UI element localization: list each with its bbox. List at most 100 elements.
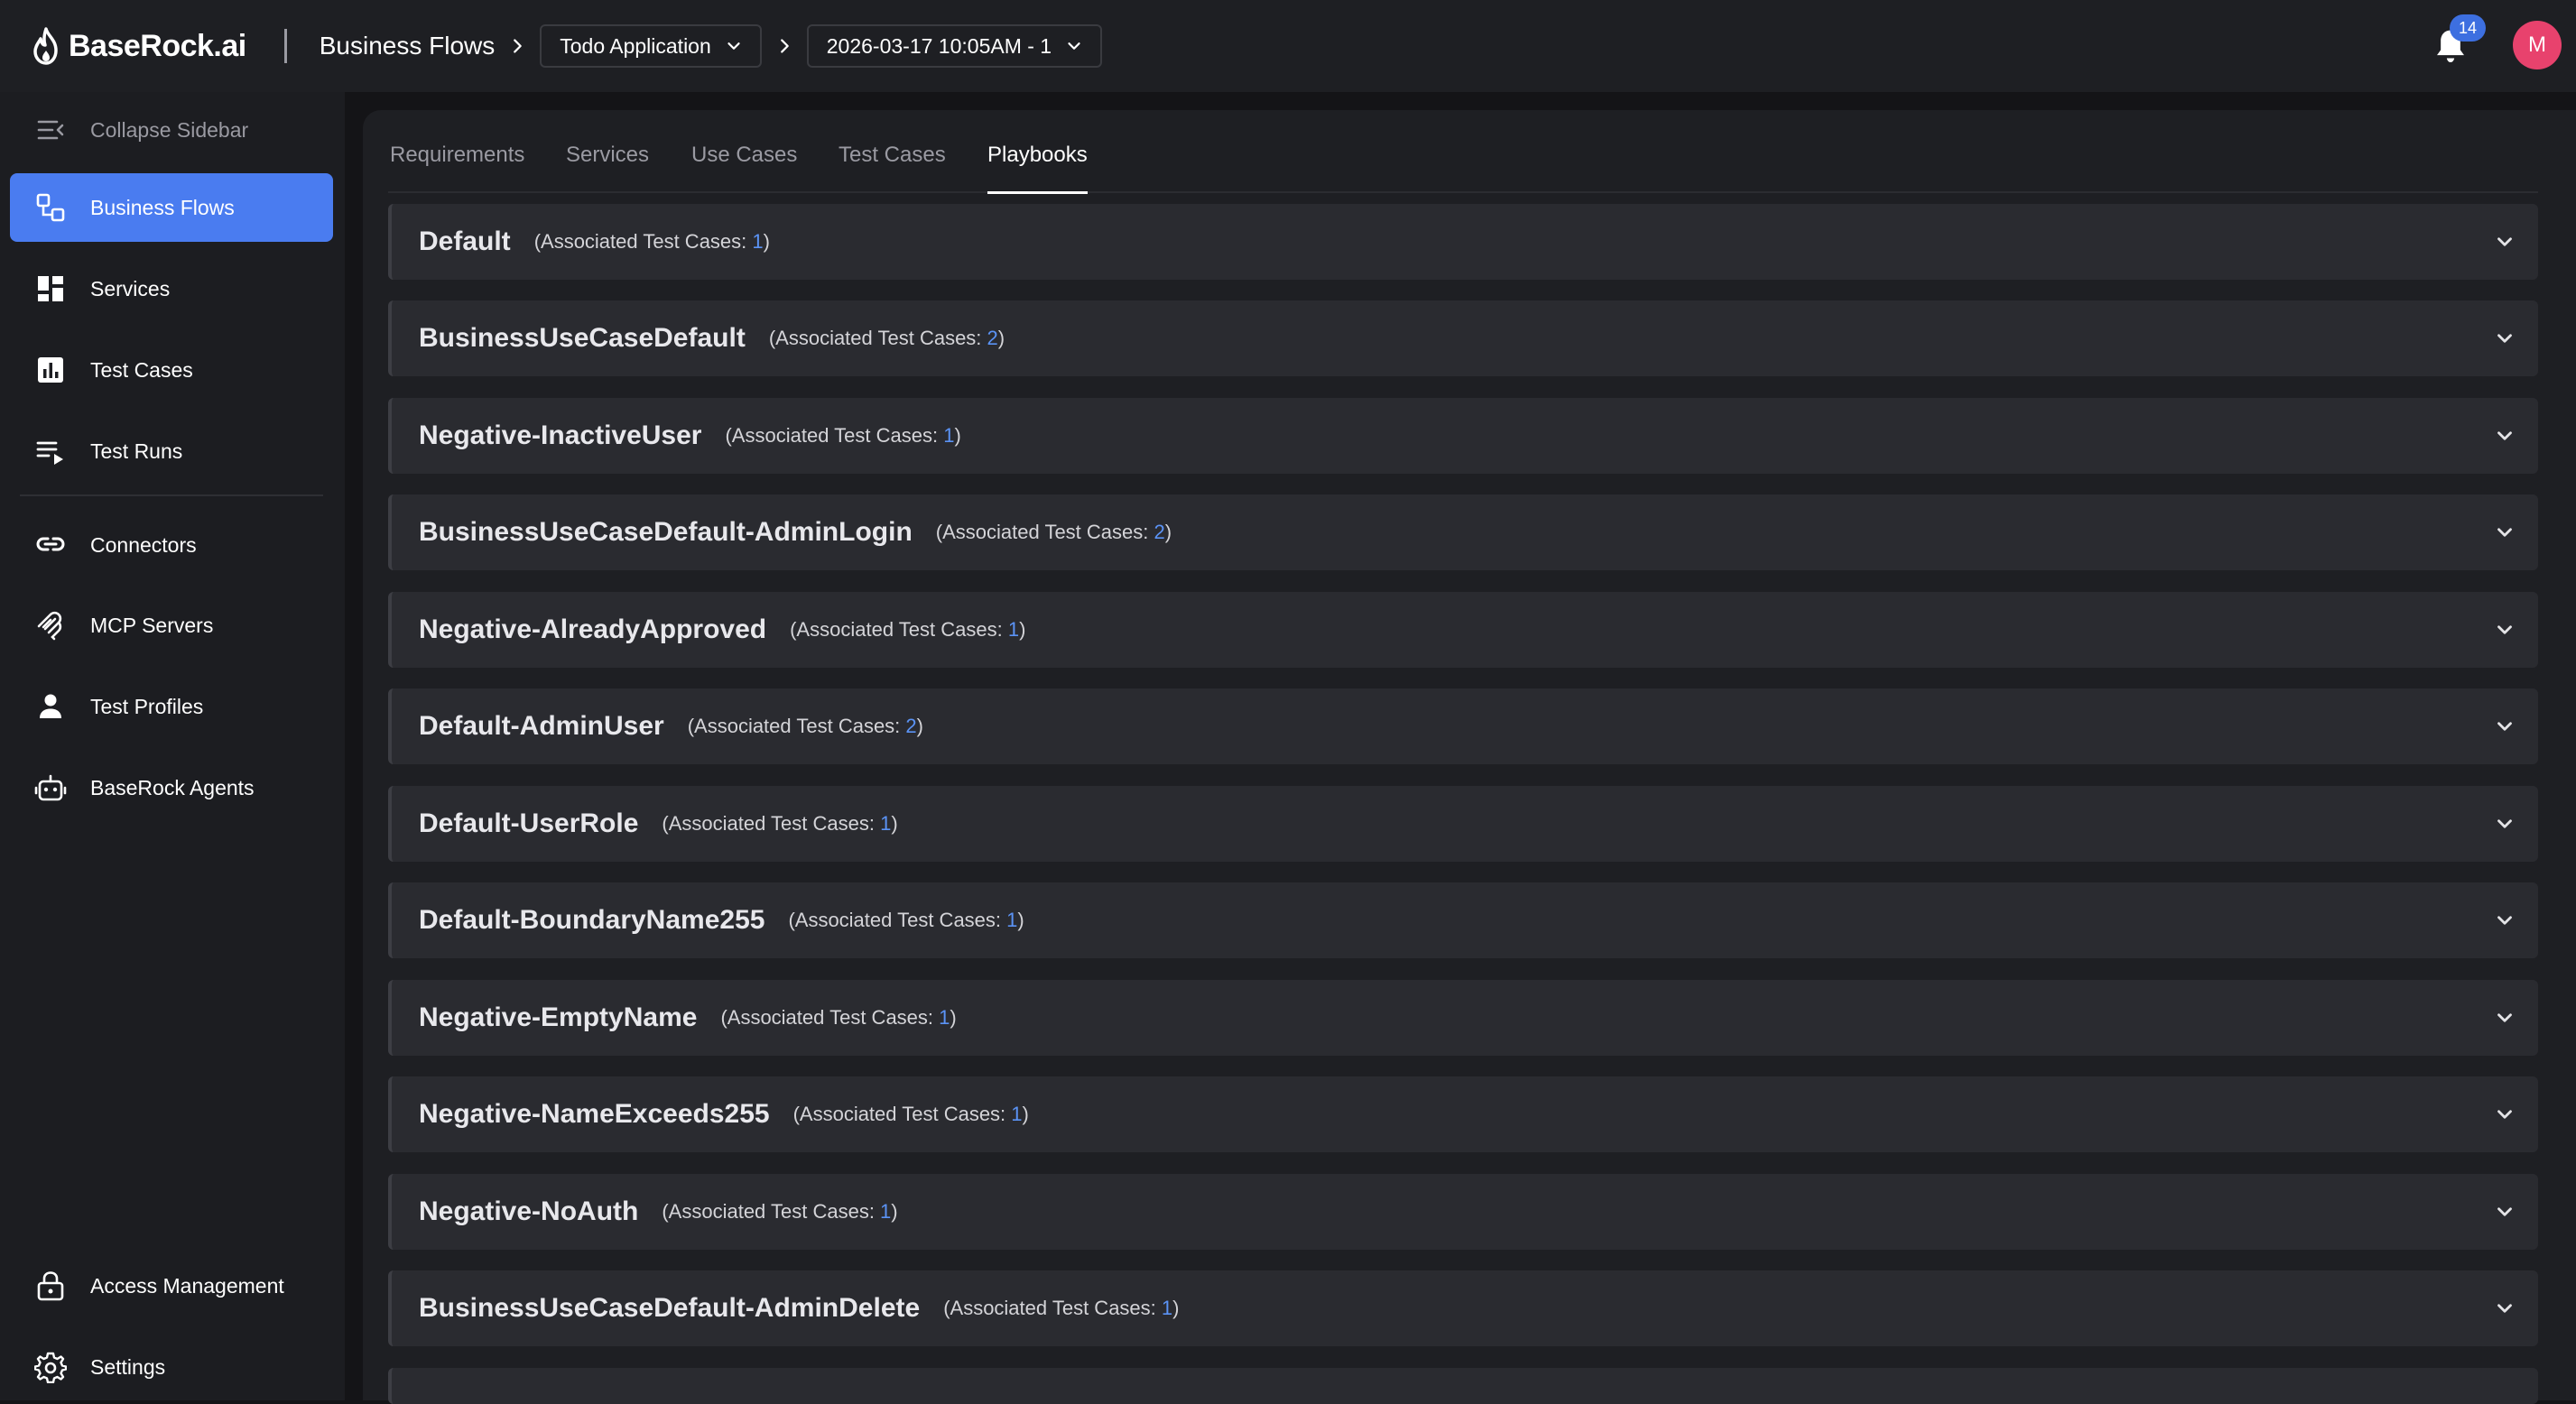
test-case-count[interactable]: 2	[905, 715, 916, 737]
playbook-item[interactable]: Default-BoundaryName255 (Associated Test…	[388, 882, 2538, 958]
test-case-count[interactable]: 2	[987, 327, 998, 349]
test-case-count[interactable]: 1	[880, 812, 891, 835]
associated-test-cases: (Associated Test Cases: 2)	[768, 327, 1005, 349]
application-select[interactable]: Todo Application	[540, 24, 762, 68]
flame-logo-icon	[33, 27, 58, 65]
tab-playbooks[interactable]: Playbooks	[987, 143, 1088, 194]
playbook-name: Default	[419, 226, 511, 256]
sidebar-item-label: Services	[90, 276, 171, 300]
notification-badge: 14	[2450, 14, 2486, 42]
sidebar-item-test-cases[interactable]: Test Cases	[10, 336, 333, 404]
breadcrumb-section[interactable]: Business Flows	[320, 32, 496, 60]
gear-icon	[34, 1352, 67, 1383]
tab-requirements[interactable]: Requirements	[390, 143, 524, 193]
associated-test-cases: (Associated Test Cases: 1)	[788, 909, 1024, 931]
playbook-item[interactable]: Default-UserRole (Associated Test Cases:…	[388, 786, 2538, 862]
sidebar-item-test-runs[interactable]: Test Runs	[10, 417, 333, 485]
playbook-item[interactable]: BusinessUseCaseDefault-AdminDelete (Asso…	[388, 1270, 2538, 1346]
test-case-count[interactable]: 1	[880, 1200, 891, 1223]
sidebar-item-business-flows[interactable]: Business Flows	[10, 173, 333, 242]
logo-text: BaseRock.ai	[69, 28, 246, 63]
playbook-item[interactable]: Negative-NoAuth (Associated Test Cases: …	[388, 1174, 2538, 1250]
run-select[interactable]: 2026-03-17 10:05AM - 1	[806, 24, 1103, 68]
chevron-down-icon[interactable]	[2493, 1006, 2516, 1030]
playbook-name: Default-BoundaryName255	[419, 905, 765, 935]
collapse-sidebar-icon	[37, 120, 64, 140]
associated-test-cases: (Associated Test Cases: 2)	[935, 521, 1172, 543]
sidebar-item-connectors[interactable]: Connectors	[10, 511, 333, 579]
tab-services[interactable]: Services	[566, 143, 649, 193]
sidebar-item-test-profiles[interactable]: Test Profiles	[10, 672, 333, 741]
chevron-down-icon[interactable]	[2493, 618, 2516, 642]
test-case-count[interactable]: 1	[1011, 1103, 1022, 1125]
associated-test-cases: (Associated Test Cases: 1)	[792, 1103, 1029, 1125]
test-case-count[interactable]: 2	[1154, 521, 1164, 543]
sidebar-item-services[interactable]: Services	[10, 254, 333, 323]
playbook-item[interactable]: Negative-EmptyName (Associated Test Case…	[388, 980, 2538, 1056]
sidebar-item-access-management[interactable]: Access Management	[10, 1252, 333, 1320]
tab-test-cases[interactable]: Test Cases	[839, 143, 946, 193]
sidebar-item-label: Test Cases	[90, 357, 193, 382]
link-icon	[36, 537, 65, 551]
test-case-count[interactable]: 1	[752, 230, 763, 253]
chevron-down-icon[interactable]	[2493, 1297, 2516, 1320]
chevron-down-icon[interactable]	[2493, 1103, 2516, 1126]
test-case-count[interactable]: 1	[939, 1006, 950, 1029]
playbook-item[interactable]: Default (Associated Test Cases: 1)	[388, 204, 2538, 280]
sidebar-divider	[20, 494, 323, 496]
collapse-sidebar-button[interactable]: Collapse Sidebar	[10, 96, 333, 164]
sidebar-item-mcp-servers[interactable]: MCP Servers	[10, 591, 333, 660]
lock-icon	[37, 1271, 64, 1301]
sidebar-item-label: Access Management	[90, 1273, 284, 1298]
playbook-item[interactable]: BusinessUseCaseDefault (Associated Test …	[388, 300, 2538, 376]
sidebar: Collapse Sidebar Business Flows Services…	[0, 92, 345, 1400]
playbook-item[interactable]: Default-AdminUser (Associated Test Cases…	[388, 688, 2538, 764]
sidebar-item-baserock-agents[interactable]: BaseRock Agents	[10, 753, 333, 822]
run-select-value: 2026-03-17 10:05AM - 1	[826, 33, 1052, 58]
associated-test-cases: (Associated Test Cases: 2)	[687, 715, 923, 737]
chevron-down-icon[interactable]	[2493, 909, 2516, 932]
grid-icon	[38, 276, 63, 301]
associated-test-cases: (Associated Test Cases: 1)	[943, 1297, 1180, 1319]
associated-test-cases: (Associated Test Cases: 1)	[662, 812, 898, 835]
header-divider	[283, 29, 287, 63]
playbook-item[interactable]: Negative-NameExceeds255 (Associated Test…	[388, 1076, 2538, 1152]
chevron-down-icon	[1068, 42, 1080, 50]
chevron-down-icon[interactable]	[2493, 521, 2516, 544]
main-panel: Requirements Services Use Cases Test Cas…	[363, 110, 2576, 1404]
chevron-down-icon[interactable]	[2493, 424, 2516, 448]
baserock-logo[interactable]: BaseRock.ai	[31, 27, 246, 65]
chevron-down-icon[interactable]	[2493, 327, 2516, 350]
chevron-down-icon[interactable]	[2493, 1200, 2516, 1224]
playbook-item[interactable]: BusinessUseCaseDefault-AdminLogin (Assoc…	[388, 494, 2538, 570]
playbook-name: Negative-NoAuth	[419, 1196, 639, 1226]
playbook-item[interactable]: Negative-InactiveUser (Associated Test C…	[388, 398, 2538, 474]
test-case-count[interactable]: 1	[1006, 909, 1017, 931]
associated-test-cases: (Associated Test Cases: 1)	[790, 618, 1026, 641]
associated-test-cases: (Associated Test Cases: 1)	[720, 1006, 957, 1029]
collapse-sidebar-label: Collapse Sidebar	[90, 117, 249, 142]
sidebar-item-label: Test Runs	[90, 439, 183, 463]
robot-icon	[34, 774, 67, 801]
playbook-name: Default-UserRole	[419, 808, 639, 838]
test-case-count[interactable]: 1	[1162, 1297, 1172, 1319]
chevron-down-icon[interactable]	[2493, 812, 2516, 836]
person-icon	[40, 694, 61, 718]
playbook-item-partial[interactable]	[388, 1368, 2538, 1404]
test-case-count[interactable]: 1	[943, 424, 954, 447]
playbook-item[interactable]: Negative-AlreadyApproved (Associated Tes…	[388, 592, 2538, 668]
test-case-count[interactable]: 1	[1008, 618, 1019, 641]
chevron-down-icon[interactable]	[2493, 715, 2516, 738]
chevron-down-icon[interactable]	[2493, 230, 2516, 254]
playbook-name: Negative-EmptyName	[419, 1002, 698, 1032]
top-bar: BaseRock.ai Business Flows Todo Applicat…	[0, 0, 2576, 92]
associated-test-cases: (Associated Test Cases: 1)	[725, 424, 961, 447]
application-select-value: Todo Application	[560, 33, 711, 58]
sidebar-item-settings[interactable]: Settings	[10, 1333, 333, 1401]
chart-icon	[38, 357, 63, 383]
playbook-name: BusinessUseCaseDefault-AdminDelete	[419, 1293, 921, 1323]
business-flows-icon	[36, 193, 65, 222]
tab-use-cases[interactable]: Use Cases	[691, 143, 797, 193]
avatar[interactable]: M	[2513, 21, 2562, 69]
playbook-name: Negative-NameExceeds255	[419, 1099, 770, 1129]
